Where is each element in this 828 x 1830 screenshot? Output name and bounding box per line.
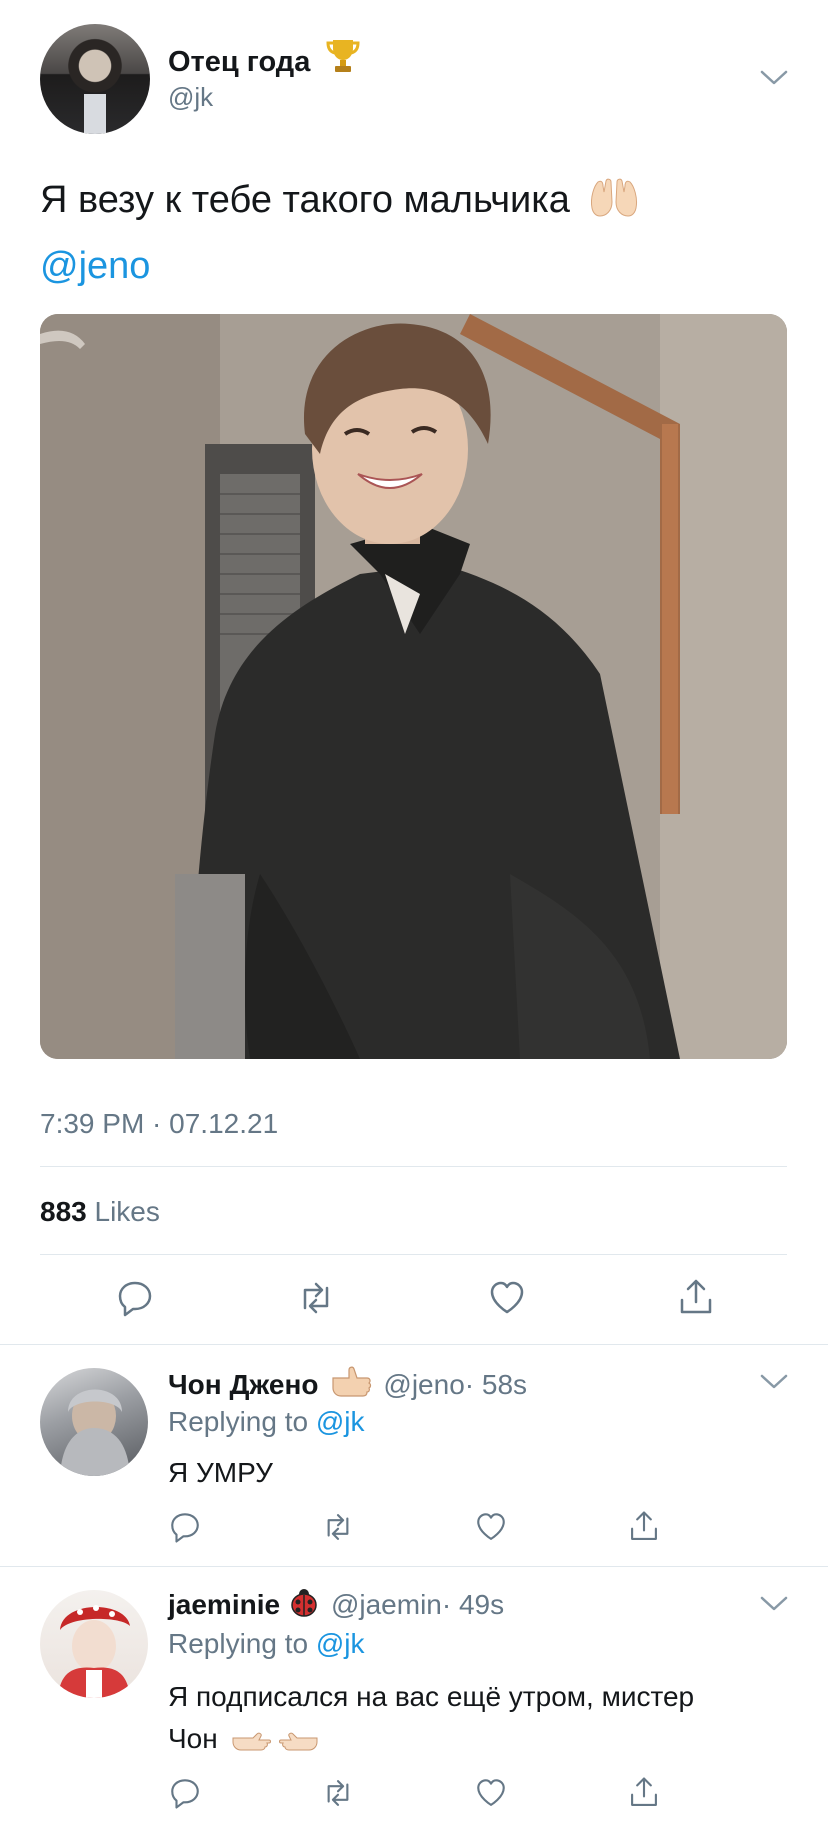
likes-count[interactable]: 883 Likes [40, 1196, 160, 1228]
likes-label: Likes [94, 1196, 160, 1227]
reply-icon[interactable] [168, 1510, 202, 1549]
replying-prefix: Replying to [168, 1406, 309, 1437]
divider [0, 1344, 828, 1345]
divider [40, 1166, 787, 1167]
share-icon[interactable] [627, 1510, 661, 1549]
tweet-body: Я везу к тебе такого мальчика [40, 179, 570, 221]
author-name-text: Отец года [168, 46, 311, 78]
author-avatar[interactable] [40, 24, 150, 134]
tweet-photo[interactable] [40, 314, 787, 1059]
chevron-down-icon[interactable] [760, 70, 788, 91]
chevron-down-icon[interactable] [760, 1596, 788, 1617]
replying-mention[interactable]: @jk [316, 1406, 365, 1437]
mention-link[interactable]: @jeno [40, 245, 150, 287]
reply-text-line2: Чон [168, 1723, 218, 1754]
retweet-icon[interactable] [296, 1278, 336, 1323]
author-handle[interactable]: @jk [168, 82, 213, 113]
replying-to: Replying to @jk [168, 1406, 365, 1438]
retweet-icon[interactable] [321, 1510, 355, 1549]
heart-icon[interactable] [474, 1776, 508, 1815]
trophy-icon [326, 38, 360, 82]
reply-header: jaeminie @jaemin· 49s [168, 1586, 504, 1623]
reply-author-handle[interactable]: @jeno [383, 1369, 464, 1400]
heart-icon[interactable] [474, 1510, 508, 1549]
share-icon[interactable] [627, 1776, 661, 1815]
author-name[interactable]: Отец года [168, 38, 360, 82]
tweet-timestamp: 7:39 PM · 07.12.21 [40, 1108, 279, 1139]
replying-prefix: Replying to [168, 1628, 309, 1659]
chevron-down-icon[interactable] [760, 1374, 788, 1395]
reply-author-name[interactable]: jaeminie [168, 1589, 280, 1620]
reply-author-handle[interactable]: @jaemin [331, 1589, 442, 1620]
replying-mention[interactable]: @jk [316, 1628, 365, 1659]
reply-text: Я УМРУ [168, 1457, 273, 1488]
heart-icon[interactable] [487, 1278, 527, 1323]
reply-time: · 58s [464, 1369, 528, 1400]
pointing-hand-icon [329, 1364, 373, 1405]
reply-avatar[interactable] [40, 1590, 148, 1698]
retweet-icon[interactable] [321, 1776, 355, 1815]
reply-icon[interactable] [115, 1278, 155, 1323]
raised-hands-icon [588, 176, 640, 236]
reply-time: · 49s [441, 1589, 505, 1620]
reply-header: Чон Джено @jeno· 58s [168, 1364, 527, 1405]
replying-to: Replying to @jk [168, 1628, 365, 1660]
reply-text-line1: Я подписался на вас ещё утром, мистер [168, 1681, 695, 1712]
pointing-hands-icon [231, 1724, 319, 1766]
reply-icon[interactable] [168, 1776, 202, 1815]
likes-number: 883 [40, 1196, 87, 1227]
tweet-text: Я везу к тебе такого мальчика @jeno [40, 170, 780, 296]
divider [0, 1566, 828, 1567]
divider [40, 1254, 787, 1255]
reply-author-name[interactable]: Чон Джено [168, 1369, 319, 1400]
share-icon[interactable] [676, 1278, 716, 1323]
reply-text: Я подписался на вас ещё утром, мистер Чо… [168, 1676, 788, 1766]
ladybug-icon [287, 1586, 321, 1623]
reply-avatar[interactable] [40, 1368, 148, 1476]
